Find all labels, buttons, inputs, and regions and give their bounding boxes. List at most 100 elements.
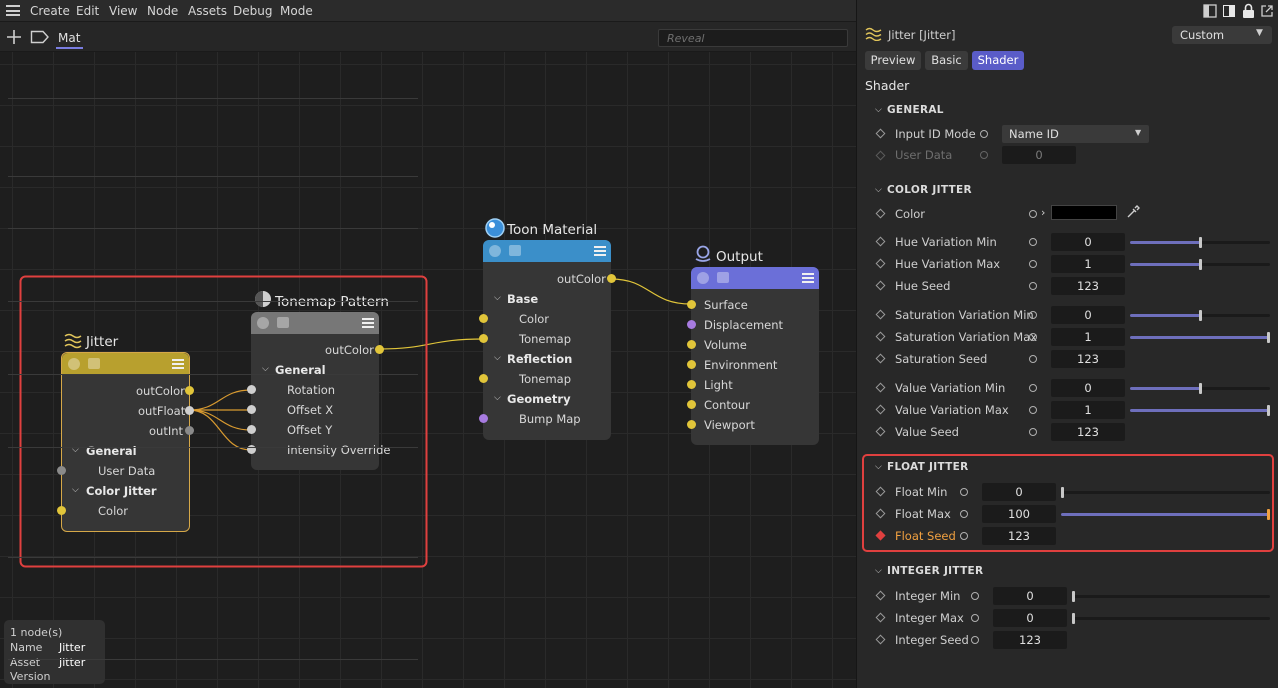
chevron-down-icon[interactable]: ⌵ <box>494 293 501 303</box>
animate-ring-icon[interactable] <box>960 532 968 540</box>
param-value-field[interactable]: 0 <box>993 609 1067 627</box>
animate-ring-icon[interactable] <box>971 614 979 622</box>
animate-ring-icon[interactable] <box>1029 238 1037 246</box>
animate-ring-icon[interactable] <box>1029 282 1037 290</box>
float-jitter-header[interactable]: FLOAT JITTER <box>887 461 969 473</box>
param-slider[interactable] <box>1130 332 1270 343</box>
slider-knob[interactable] <box>1199 259 1202 270</box>
slider-knob[interactable] <box>1267 509 1270 520</box>
param-value-field[interactable]: 0 <box>993 587 1067 605</box>
outfloat-port-dot[interactable] <box>185 406 194 415</box>
color-port-dot[interactable] <box>57 506 66 515</box>
dollar-icon[interactable] <box>257 317 269 329</box>
node-menu-icon[interactable] <box>594 246 606 256</box>
user-data-port-dot[interactable] <box>57 466 66 475</box>
param-slider[interactable] <box>1061 487 1270 498</box>
animate-ring-icon[interactable] <box>1029 311 1037 319</box>
slider-knob[interactable] <box>1267 405 1270 416</box>
outcolor-port-dot[interactable] <box>185 386 194 395</box>
param-value-field[interactable]: 123 <box>1051 350 1125 368</box>
general-header[interactable]: GENERAL <box>887 104 944 116</box>
input-id-mode-dropdown[interactable]: Name ID ▼ <box>1002 125 1149 143</box>
tab-basic[interactable]: Basic <box>925 51 968 70</box>
slider-knob[interactable] <box>1199 310 1202 321</box>
animate-ring-icon[interactable] <box>960 488 968 496</box>
outcolor-port-dot[interactable] <box>375 345 384 354</box>
reflection-tonemap-port-dot[interactable] <box>479 374 488 383</box>
param-slider[interactable] <box>1061 509 1270 520</box>
dollar-icon[interactable] <box>489 245 501 257</box>
param-slider[interactable] <box>1130 405 1270 416</box>
image-icon[interactable] <box>717 272 729 283</box>
layout-left-icon[interactable] <box>1203 4 1217 18</box>
output-node-header[interactable] <box>691 267 819 289</box>
lock-icon[interactable] <box>1242 3 1255 19</box>
section-base[interactable]: Base <box>507 292 538 306</box>
param-slider[interactable] <box>1072 613 1270 624</box>
param-value-field[interactable]: 1 <box>1051 401 1125 419</box>
tonemap-port-dot[interactable] <box>479 334 488 343</box>
section-reflection[interactable]: Reflection <box>507 352 572 366</box>
chevron-down-icon[interactable]: ⌵ <box>875 566 882 576</box>
param-slider[interactable] <box>1130 237 1270 248</box>
image-icon[interactable] <box>509 245 521 256</box>
animate-ring-icon[interactable] <box>971 636 979 644</box>
chevron-down-icon[interactable]: ⌵ <box>494 353 501 363</box>
param-value-field[interactable]: 100 <box>982 505 1056 523</box>
displacement-port-dot[interactable] <box>687 320 696 329</box>
rotation-port-dot[interactable] <box>247 385 256 394</box>
chevron-right-icon[interactable]: › <box>1041 206 1045 219</box>
tab-preview[interactable]: Preview <box>865 51 921 70</box>
layout-right-icon[interactable] <box>1222 4 1236 18</box>
param-value-field[interactable]: 0 <box>1051 306 1125 324</box>
preset-dropdown[interactable]: Custom ▼ <box>1172 26 1272 44</box>
animate-ring-icon[interactable] <box>1029 384 1037 392</box>
chevron-down-icon[interactable]: ⌵ <box>262 364 269 374</box>
slider-knob[interactable] <box>1267 332 1270 343</box>
outcolor-port-dot[interactable] <box>607 274 616 283</box>
param-value-field[interactable]: 123 <box>1051 423 1125 441</box>
section-color-jitter[interactable]: Color Jitter <box>86 484 157 498</box>
slider-knob[interactable] <box>1199 383 1202 394</box>
animate-ring-icon[interactable] <box>971 592 979 600</box>
surface-port-dot[interactable] <box>687 300 696 309</box>
chevron-down-icon[interactable]: ⌵ <box>875 105 882 115</box>
image-icon[interactable] <box>88 358 100 369</box>
param-slider[interactable] <box>1130 383 1270 394</box>
slider-knob[interactable] <box>1199 237 1202 248</box>
section-geometry[interactable]: Geometry <box>507 392 571 406</box>
animate-ring-icon[interactable] <box>1029 260 1037 268</box>
param-slider[interactable] <box>1130 259 1270 270</box>
tonemap-node-header[interactable] <box>251 312 379 334</box>
animate-ring-icon[interactable] <box>1029 355 1037 363</box>
toon-node-header[interactable] <box>483 240 611 262</box>
node-menu-icon[interactable] <box>362 318 374 328</box>
light-port-dot[interactable] <box>687 380 696 389</box>
slider-knob[interactable] <box>1072 613 1075 624</box>
param-slider[interactable] <box>1072 591 1270 602</box>
contour-port-dot[interactable] <box>687 400 696 409</box>
param-value-field[interactable]: 0 <box>982 483 1056 501</box>
image-icon[interactable] <box>277 317 289 328</box>
slider-knob[interactable] <box>1061 487 1064 498</box>
param-slider[interactable] <box>1130 310 1270 321</box>
tab-shader[interactable]: Shader <box>972 51 1024 70</box>
param-value-field[interactable]: 0 <box>1051 379 1125 397</box>
animate-ring-icon[interactable] <box>1029 406 1037 414</box>
bump-map-port-dot[interactable] <box>479 414 488 423</box>
color-jitter-header[interactable]: COLOR JITTER <box>887 184 972 196</box>
animate-ring-icon[interactable] <box>1029 210 1037 218</box>
chevron-down-icon[interactable]: ⌵ <box>72 485 79 495</box>
chevron-down-icon[interactable]: ⌵ <box>875 185 882 195</box>
animate-ring-icon[interactable] <box>1029 428 1037 436</box>
chevron-down-icon[interactable]: ⌵ <box>875 462 882 472</box>
color-swatch[interactable] <box>1051 205 1117 220</box>
animate-ring-icon[interactable] <box>960 510 968 518</box>
integer-jitter-header[interactable]: INTEGER JITTER <box>887 565 983 577</box>
color-port-dot[interactable] <box>479 314 488 323</box>
viewport-port-dot[interactable] <box>687 420 696 429</box>
dollar-icon[interactable] <box>68 358 80 370</box>
animate-ring-icon[interactable] <box>1029 333 1037 341</box>
param-value-field[interactable]: 123 <box>993 631 1067 649</box>
animate-ring-icon[interactable] <box>980 130 988 138</box>
